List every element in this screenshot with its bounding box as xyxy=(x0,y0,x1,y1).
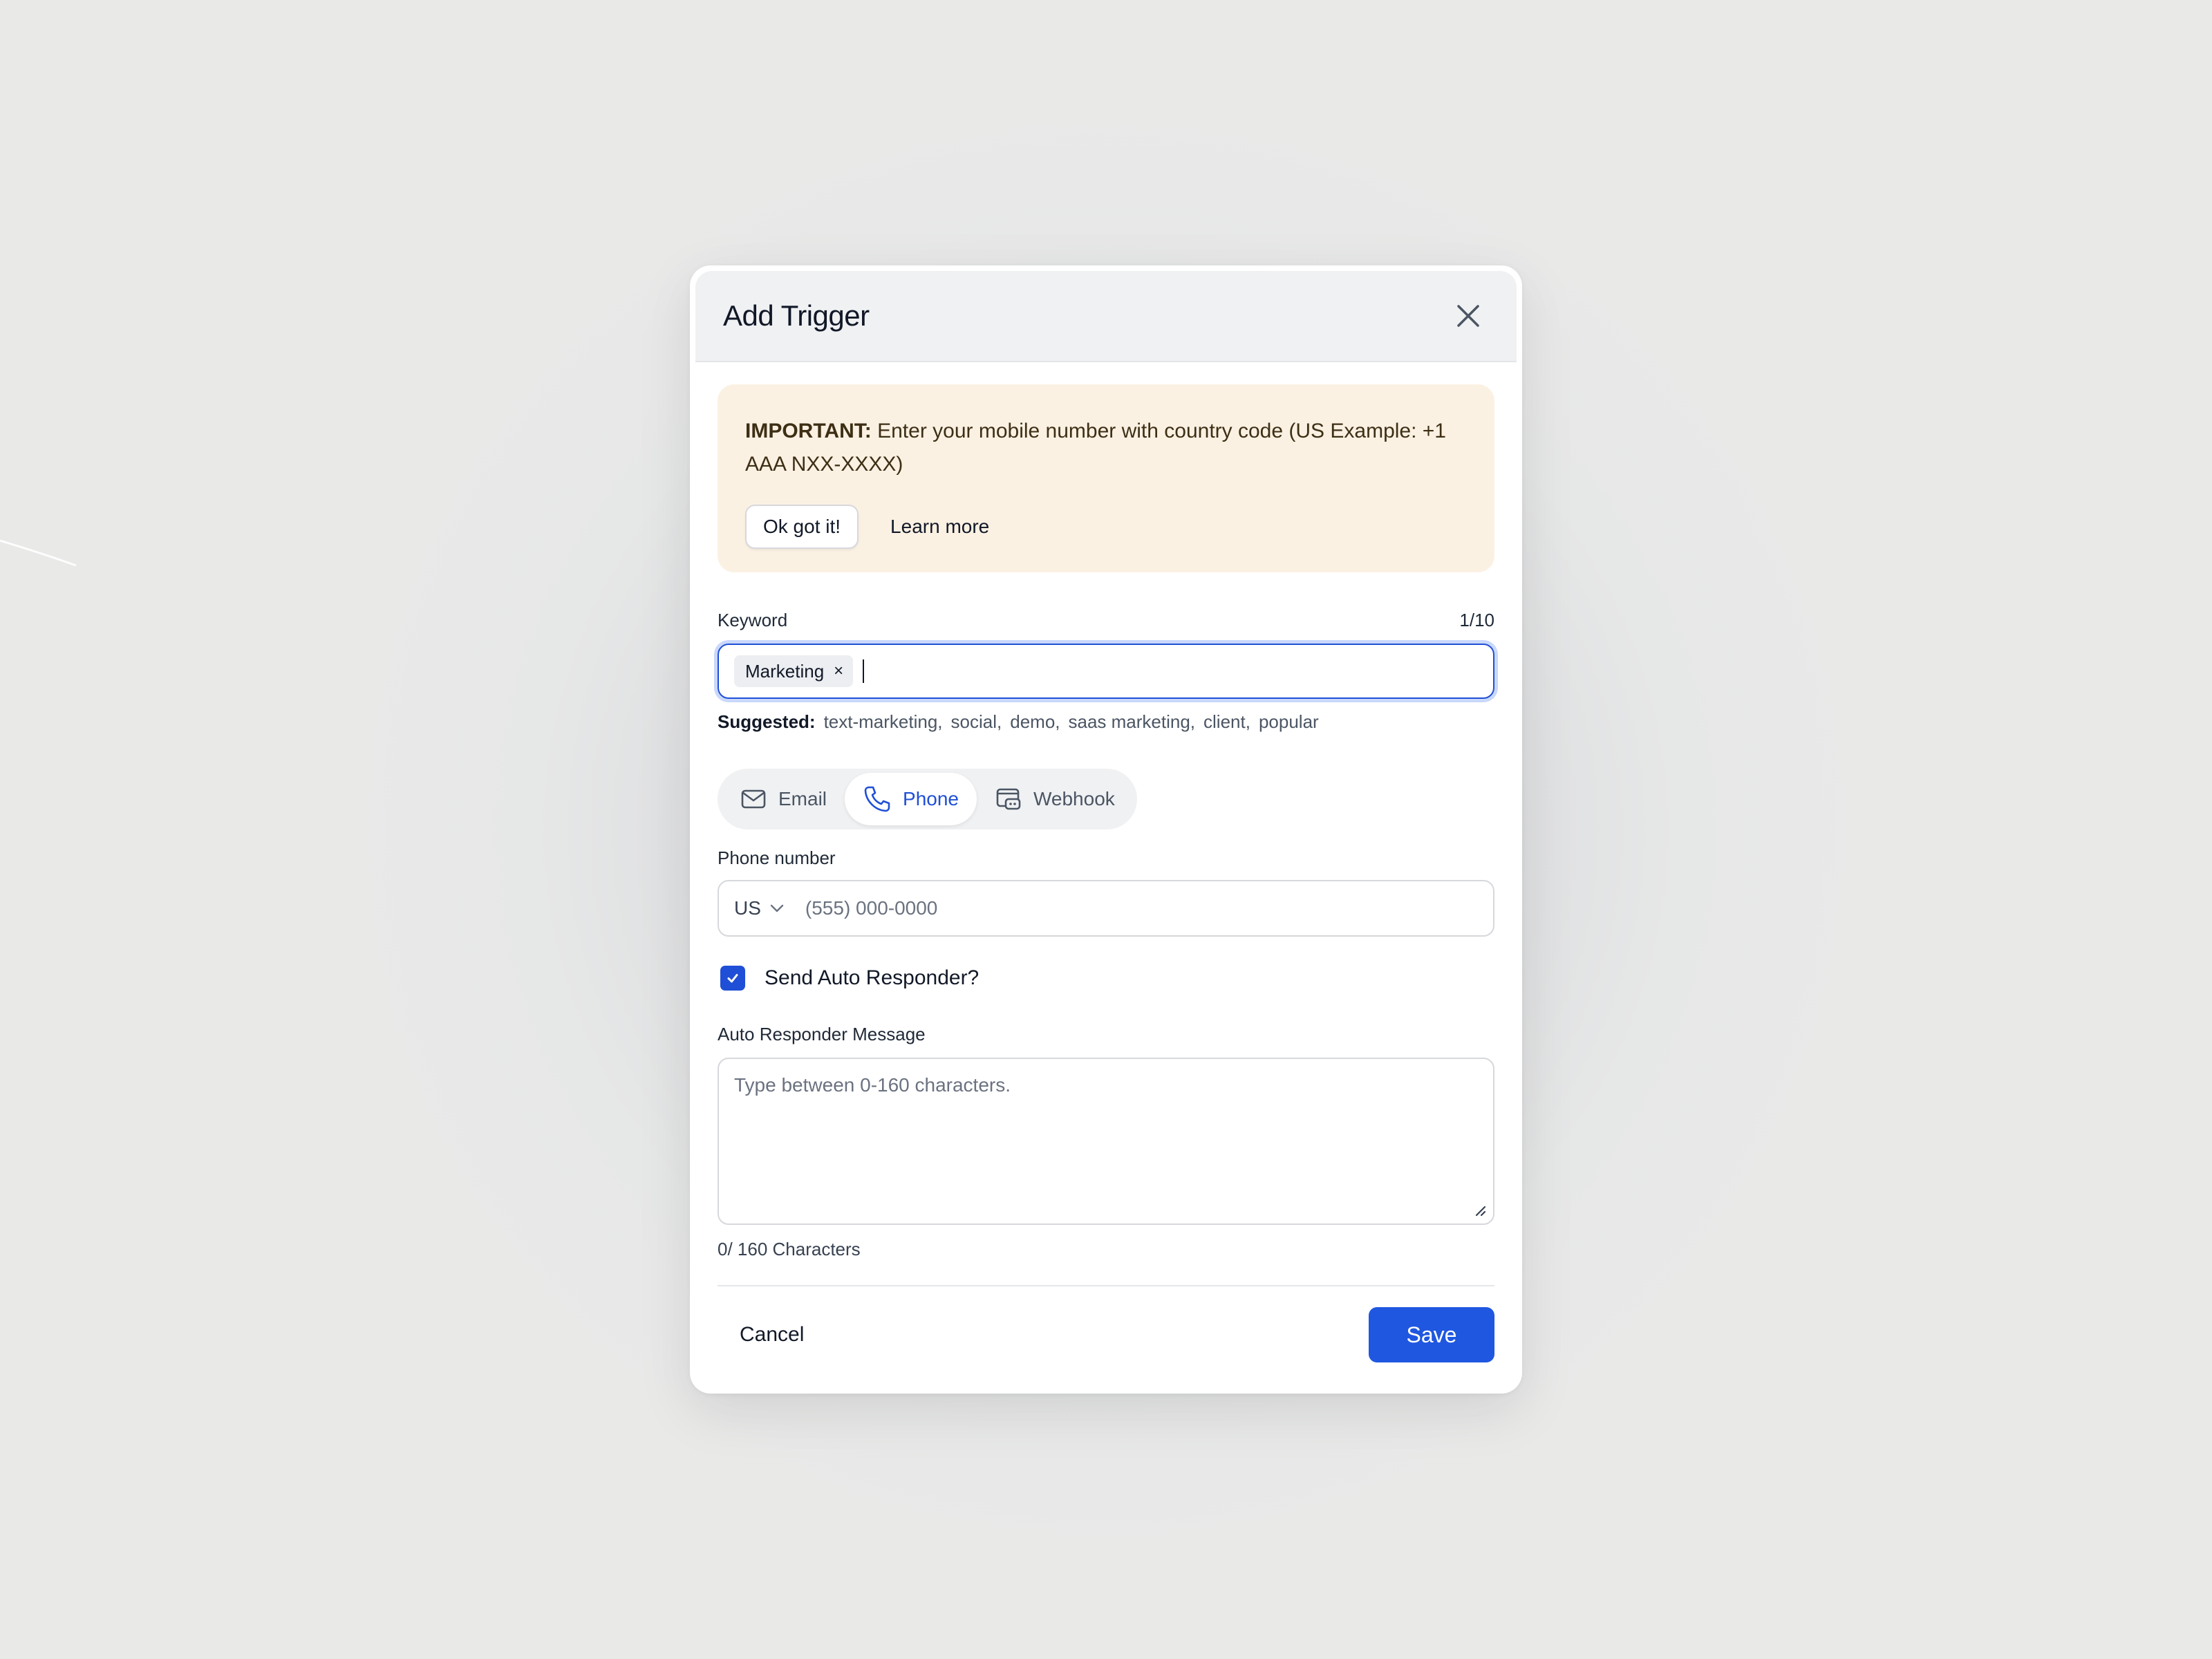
tab-webhook-label: Webhook xyxy=(1033,788,1115,809)
suggested-label: Suggested: xyxy=(718,711,816,732)
suggested-item[interactable]: social, xyxy=(951,711,1002,733)
check-icon xyxy=(727,974,738,983)
text-caret xyxy=(863,659,865,683)
tab-webhook[interactable]: Webhook xyxy=(977,773,1133,825)
phone-number-label: Phone number xyxy=(718,847,836,868)
webhook-icon xyxy=(996,788,1021,810)
phone-number-input[interactable] xyxy=(805,897,1478,919)
tab-phone[interactable]: Phone xyxy=(845,773,977,825)
keyword-label-row: Keyword 1/10 xyxy=(718,610,1494,631)
keyword-input[interactable]: Marketing × xyxy=(718,644,1494,699)
phone-icon xyxy=(864,786,890,812)
alert-text: IMPORTANT: Enter your mobile number with… xyxy=(745,415,1467,481)
suggested-keywords: Suggested: text-marketing, social, demo,… xyxy=(718,711,1494,733)
close-icon xyxy=(1457,305,1479,327)
keyword-tag-label: Marketing xyxy=(745,660,825,682)
suggested-item[interactable]: saas marketing, xyxy=(1069,711,1196,733)
alert-actions: Ok got it! Learn more xyxy=(745,505,1467,549)
keyword-label: Keyword xyxy=(718,610,788,630)
auto-responder-message-label: Auto Responder Message xyxy=(718,1024,926,1044)
modal-panel: Add Trigger IMPORTANT: Enter your mobile… xyxy=(695,271,1517,1388)
chevron-down-icon xyxy=(770,904,784,912)
alert-strong: IMPORTANT: xyxy=(745,420,872,442)
save-button[interactable]: Save xyxy=(1369,1307,1494,1362)
suggested-item[interactable]: text-marketing, xyxy=(824,711,943,733)
footer-divider xyxy=(718,1285,1494,1286)
modal-header: Add Trigger xyxy=(695,271,1517,362)
modal-title: Add Trigger xyxy=(723,299,870,332)
phone-number-field: US xyxy=(718,880,1494,937)
auto-responder-message-input[interactable] xyxy=(719,1059,1493,1224)
important-alert: IMPORTANT: Enter your mobile number with… xyxy=(718,384,1494,572)
suggested-item[interactable]: popular xyxy=(1259,711,1319,733)
tab-phone-label: Phone xyxy=(903,788,959,809)
learn-more-link[interactable]: Learn more xyxy=(890,516,989,538)
tab-email-label: Email xyxy=(778,788,827,809)
modal-body: IMPORTANT: Enter your mobile number with… xyxy=(695,362,1517,1362)
add-trigger-modal: Add Trigger IMPORTANT: Enter your mobile… xyxy=(690,265,1522,1394)
cancel-button[interactable]: Cancel xyxy=(718,1307,826,1362)
channel-selector: Email Phone Webhook xyxy=(718,769,1137,830)
auto-responder-label[interactable]: Send Auto Responder? xyxy=(765,966,979,990)
resize-handle-icon[interactable] xyxy=(1471,1201,1486,1217)
tab-email[interactable]: Email xyxy=(722,773,845,825)
modal-footer: Cancel Save xyxy=(718,1307,1494,1362)
keyword-tag: Marketing × xyxy=(734,655,854,687)
mail-icon xyxy=(741,789,766,809)
country-code: US xyxy=(734,897,761,919)
suggested-item[interactable]: demo, xyxy=(1010,711,1060,733)
ok-got-it-button[interactable]: Ok got it! xyxy=(745,505,859,549)
character-count: 0/ 160 Characters xyxy=(718,1239,861,1259)
background-arc xyxy=(0,539,77,567)
remove-tag-icon[interactable]: × xyxy=(834,663,843,679)
auto-responder-message-field xyxy=(718,1058,1494,1225)
keyword-count: 1/10 xyxy=(1459,610,1494,630)
close-button[interactable] xyxy=(1447,295,1489,337)
country-select[interactable]: US xyxy=(734,897,786,919)
auto-responder-row: Send Auto Responder? xyxy=(718,966,1494,991)
suggested-item[interactable]: client, xyxy=(1203,711,1250,733)
auto-responder-checkbox[interactable] xyxy=(720,966,745,991)
